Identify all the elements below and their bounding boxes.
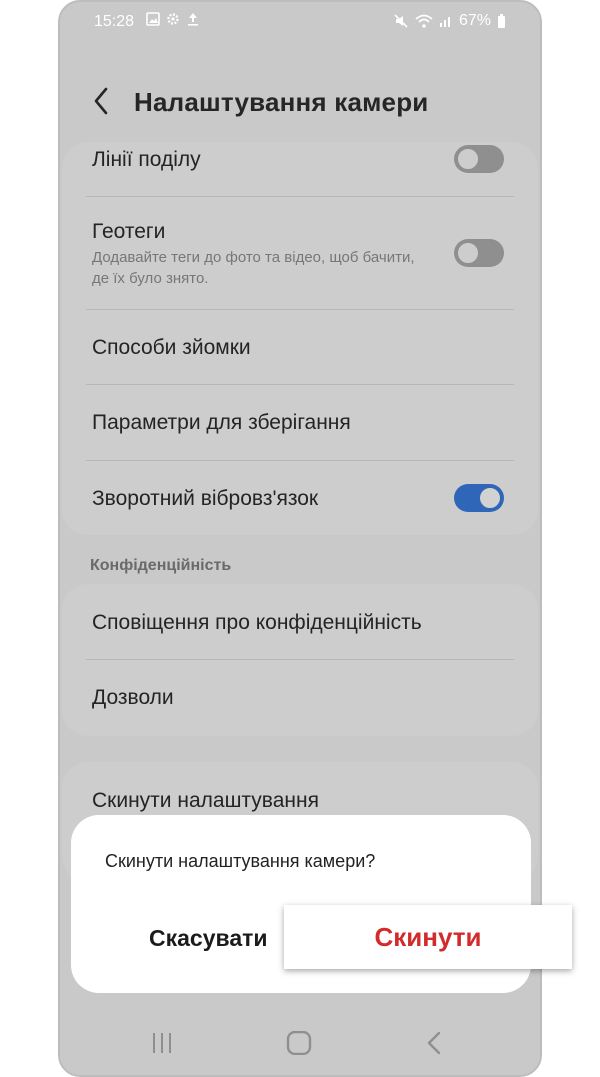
battery-icon [498, 14, 505, 28]
setting-haptic-feedback[interactable]: Зворотний вібровз'язок [92, 487, 506, 511]
privacy-card: Сповіщення про конфіденційність Дозволи [62, 584, 538, 736]
haptic-feedback-toggle[interactable] [454, 484, 504, 512]
back-nav-icon[interactable] [426, 1031, 442, 1055]
divider [86, 460, 514, 461]
setting-geotags[interactable]: Геотеги Додавайте теги до фото та відео,… [92, 220, 418, 289]
reset-settings-item[interactable]: Скинути налаштування [92, 789, 506, 813]
geotags-label: Геотеги [92, 220, 166, 243]
setting-storage-options[interactable]: Параметри для зберігання [92, 411, 506, 435]
wifi-icon [415, 14, 433, 28]
geotags-toggle[interactable] [454, 239, 504, 267]
header: Налаштування камери [60, 72, 540, 132]
upload-icon [188, 13, 198, 26]
permissions-label: Дозволи [92, 686, 174, 709]
divider [86, 196, 514, 197]
setting-shooting-methods[interactable]: Способи зйомки [92, 336, 506, 360]
recent-apps-icon[interactable] [150, 1031, 174, 1055]
privacy-notice-item[interactable]: Сповіщення про конфіденційність [92, 611, 506, 635]
haptic-feedback-label: Зворотний вібровз'язок [92, 487, 319, 510]
privacy-notice-label: Сповіщення про конфіденційність [92, 611, 422, 634]
back-arrow-icon[interactable] [88, 84, 114, 118]
grid-lines-toggle[interactable] [454, 145, 504, 173]
divider [86, 309, 514, 310]
privacy-section-title: Конфіденційність [90, 557, 232, 574]
gallery-icon [146, 12, 160, 26]
toggle-knob [478, 486, 502, 510]
cancel-button[interactable]: Скасувати [149, 925, 268, 952]
divider [86, 384, 514, 385]
reset-button[interactable]: Скинути [284, 905, 572, 969]
grid-lines-label: Лінії поділу [92, 148, 201, 171]
page-title: Налаштування камери [134, 87, 429, 117]
geotags-description: Додавайте теги до фото та відео, щоб бач… [92, 249, 415, 287]
home-icon[interactable] [286, 1031, 312, 1055]
settings-icon [167, 13, 179, 25]
storage-options-label: Параметри для зберігання [92, 411, 351, 434]
permissions-item[interactable]: Дозволи [92, 686, 506, 710]
battery-percent: 67% [458, 12, 491, 29]
reset-button-label: Скинути [374, 922, 482, 952]
status-left-icons [146, 12, 200, 26]
toggle-knob [456, 147, 480, 171]
reset-settings-label: Скинути налаштування [92, 789, 319, 812]
dialog-message: Скинути налаштування камери? [105, 851, 376, 871]
mute-icon [394, 14, 408, 28]
status-time: 15:28 [94, 13, 135, 30]
status-bar: 15:28 67% [60, 2, 540, 42]
navigation-bar [60, 1009, 540, 1075]
divider [86, 659, 514, 660]
shooting-methods-label: Способи зйомки [92, 336, 251, 359]
signal-icon [439, 17, 450, 27]
toggle-knob [456, 241, 480, 265]
camera-settings-card: Лінії поділу Геотеги Додавайте теги до ф… [62, 142, 538, 535]
setting-grid-lines[interactable]: Лінії поділу [92, 148, 506, 172]
status-right-icons: 67% [393, 12, 506, 30]
